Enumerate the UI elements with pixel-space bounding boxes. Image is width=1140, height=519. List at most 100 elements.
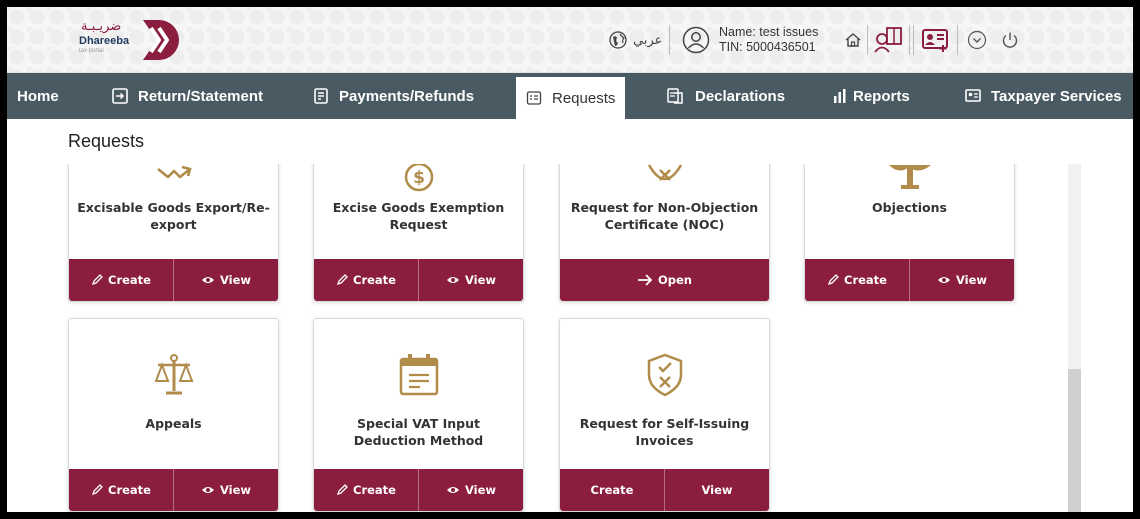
view-button[interactable]: View: [664, 469, 769, 511]
request-card: Excisable Goods Export/Re-export Create …: [68, 164, 279, 302]
request-card: Objections Create View: [804, 164, 1015, 302]
view-label: View: [219, 273, 252, 287]
view-button[interactable]: View: [173, 469, 278, 511]
view-button[interactable]: View: [418, 469, 523, 511]
pencil-icon: [336, 274, 348, 286]
request-card: Special VAT Input Deduction Method Creat…: [313, 318, 524, 512]
open-label: Open: [658, 273, 692, 287]
declarations-icon: [667, 88, 683, 104]
arrow-right-icon: [638, 274, 653, 286]
card-actions: Open: [560, 259, 769, 301]
view-label: View: [701, 483, 733, 497]
divider: [909, 25, 910, 55]
view-label: View: [955, 273, 988, 287]
request-card: Request for Non-Objection Certificate (N…: [559, 164, 770, 302]
logo-name-text: Dhareeba: [79, 35, 130, 47]
language-switch-link[interactable]: عربي: [633, 7, 662, 73]
user-info: Name: test issues TIN: 5000436501: [719, 7, 818, 73]
nav-payments-refunds[interactable]: Payments/Refunds: [313, 73, 474, 119]
divider: [669, 25, 670, 55]
create-button[interactable]: Create: [69, 469, 173, 511]
card-actions: Create View: [314, 469, 523, 511]
request-card: $ Excise Goods Exemption Request Create …: [313, 164, 524, 302]
dhareeba-logo[interactable]: ضريـبـة Dhareeba tax portal: [75, 17, 195, 63]
card-actions: Create View: [805, 259, 1014, 301]
scale-icon: [69, 353, 278, 397]
create-button[interactable]: Create: [314, 469, 418, 511]
logo-mark-icon: [143, 20, 179, 60]
eye-icon: [201, 277, 214, 283]
page-title: Requests: [68, 131, 145, 151]
nav-label: Return/Statement: [138, 87, 264, 105]
pencil-icon: [91, 274, 103, 286]
nav-label: Reports: [853, 87, 910, 105]
create-label: Create: [108, 483, 151, 497]
logo-arabic-text: ضريـبـة: [81, 19, 122, 34]
return-icon: [112, 88, 128, 104]
card-title: Appeals: [145, 416, 202, 431]
create-label: Create: [353, 273, 396, 287]
eye-icon: [937, 277, 950, 283]
nav-label: Payments/Refunds: [339, 87, 475, 105]
power-logout-icon[interactable]: [1000, 7, 1020, 73]
nav-reports[interactable]: Reports: [833, 73, 910, 119]
create-button[interactable]: Create: [560, 469, 664, 511]
user-tin-text: TIN: 5000436501: [719, 40, 816, 54]
nav-taxpayer-services[interactable]: Taxpayer Services: [965, 73, 1122, 119]
card-actions: Create View: [560, 469, 769, 511]
nav-requests[interactable]: Requests: [516, 77, 626, 119]
nav-label: Declarations: [695, 87, 786, 105]
create-button[interactable]: Create: [314, 259, 418, 301]
taxpayer-services-icon: [965, 89, 981, 102]
view-label: View: [464, 273, 497, 287]
card-title: Objections: [872, 200, 947, 215]
nav-return-statement[interactable]: Return/Statement: [112, 73, 263, 119]
user-avatar-icon[interactable]: [682, 7, 710, 73]
card-actions: Create View: [69, 259, 278, 301]
card-title: Excise Goods Exemption Request: [332, 200, 505, 232]
calendar-doc-icon: [314, 353, 523, 397]
eye-icon: [446, 277, 459, 283]
create-label: Create: [844, 273, 887, 287]
manual-book-icon[interactable]: [873, 7, 903, 73]
scale-icon: [805, 164, 1014, 191]
view-button[interactable]: View: [418, 259, 523, 301]
pencil-icon: [827, 274, 839, 286]
card-title: Request for Non-Objection Certificate (N…: [570, 200, 759, 232]
content-scrollbar[interactable]: [1068, 164, 1081, 512]
id-card-add-icon[interactable]: [921, 7, 951, 73]
eye-icon: [201, 487, 214, 493]
payments-icon: [314, 88, 328, 104]
create-button[interactable]: Create: [69, 259, 173, 301]
main-navigation: Home Return/Statement Payments/Refunds R…: [7, 73, 1133, 119]
nav-label: Requests: [552, 89, 616, 107]
request-card: Appeals Create View: [68, 318, 279, 512]
nav-declarations[interactable]: Declarations: [667, 73, 785, 119]
reports-icon: [834, 89, 846, 103]
card-title: Excisable Goods Export/Re-export: [77, 200, 270, 232]
export-icon: [69, 164, 278, 189]
create-label: Create: [353, 483, 396, 497]
browser-viewport: ضريـبـة Dhareeba tax portal عربي Name: t…: [7, 7, 1133, 512]
nav-home[interactable]: Home: [17, 73, 59, 119]
view-button[interactable]: View: [909, 259, 1014, 301]
user-name-text: Name: test issues: [719, 25, 819, 39]
chevron-down-icon[interactable]: [967, 7, 987, 73]
card-title: Request for Self-Issuing Invoices: [579, 416, 750, 448]
requests-grid: Excisable Goods Export/Re-export Create …: [7, 164, 1081, 512]
logo-tagline-text: tax portal: [79, 48, 104, 54]
dollar-icon: $: [314, 164, 523, 197]
card-actions: Create View: [69, 469, 278, 511]
globe-icon[interactable]: [609, 7, 629, 73]
view-label: View: [219, 483, 252, 497]
svg-text:$: $: [413, 168, 425, 188]
view-button[interactable]: View: [173, 259, 278, 301]
view-label: View: [464, 483, 497, 497]
scrollbar-thumb[interactable]: [1068, 369, 1081, 512]
nav-label: Home: [17, 87, 59, 105]
open-button[interactable]: Open: [560, 259, 769, 301]
divider: [913, 25, 914, 55]
home-icon[interactable]: [844, 7, 862, 73]
pencil-icon: [336, 484, 348, 496]
create-button[interactable]: Create: [805, 259, 909, 301]
